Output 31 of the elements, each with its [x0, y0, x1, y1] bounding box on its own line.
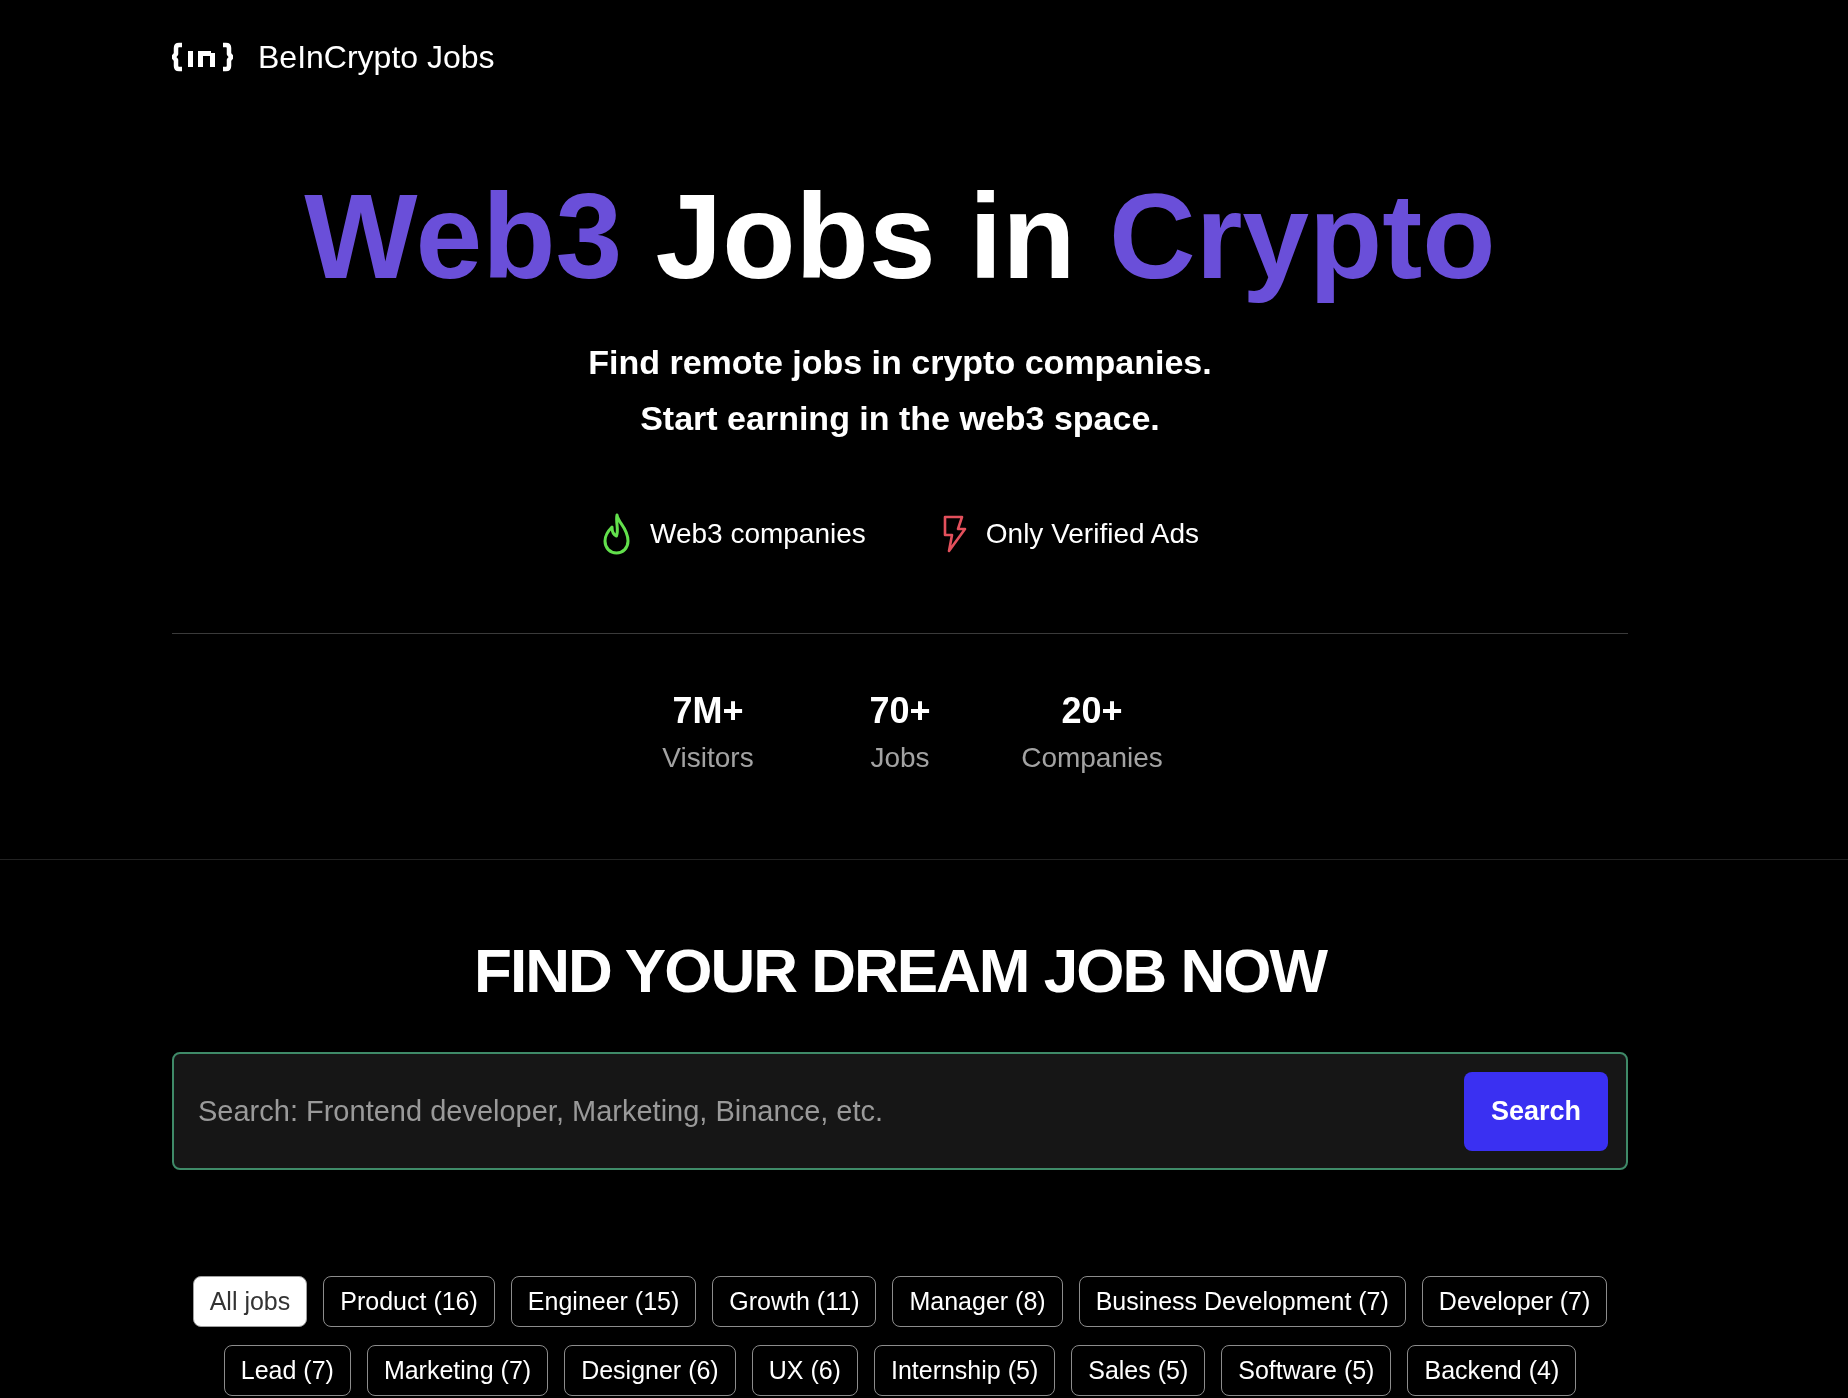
filter-chip[interactable]: Engineer (15)	[510, 1276, 697, 1327]
search-button[interactable]: Search	[1464, 1071, 1608, 1151]
feature-label: Web3 companies	[649, 517, 866, 551]
filter-chip[interactable]: Designer (6)	[564, 1345, 736, 1396]
filter-chip[interactable]: Manager (8)	[892, 1276, 1063, 1327]
filter-chip[interactable]: Internship (5)	[873, 1345, 1056, 1396]
stat-label: Visitors	[662, 741, 754, 775]
headline: Web3 Jobs in Crypto	[303, 168, 1497, 305]
search-field[interactable]: Search: Frontend developer, Marketing, Binance, etc. Search	[172, 1052, 1628, 1170]
filter-chip[interactable]: Marketing (7)	[366, 1345, 549, 1396]
feature-label: Only Verified Ads	[985, 517, 1200, 551]
tagline-text: Find remote jobs in crypto companies.	[588, 342, 1212, 383]
filter-chip[interactable]: Developer (7)	[1421, 1276, 1608, 1327]
filter-chip[interactable]: Growth (11)	[712, 1276, 877, 1327]
filter-chip[interactable]: Business Development (7)	[1078, 1276, 1406, 1327]
section-heading: FIND YOUR DREAM JOB NOW	[473, 935, 1329, 1007]
filter-chip[interactable]: Lead (7)	[223, 1345, 351, 1396]
home-link[interactable]: BeInCrypto Jobs	[172, 38, 495, 76]
logo-icon	[172, 42, 233, 72]
filter-chip[interactable]: UX (6)	[751, 1345, 858, 1396]
filter-chip[interactable]: Backend (4)	[1407, 1345, 1577, 1396]
filter-chip[interactable]: Product (16)	[323, 1276, 495, 1327]
filter-chip[interactable]: Sales (5)	[1071, 1345, 1206, 1396]
stat-label: Jobs	[870, 741, 930, 775]
filter-chip[interactable]: Software (5)	[1221, 1345, 1392, 1396]
stat-value: 70+	[869, 689, 931, 733]
stat-value: 7M+	[672, 689, 744, 733]
stat-label: Companies	[1021, 741, 1163, 775]
tagline-text: Start earning in the web3 space.	[640, 398, 1160, 439]
stat-value: 20+	[1061, 689, 1123, 733]
filter-chip[interactable]: All jobs	[192, 1276, 308, 1327]
